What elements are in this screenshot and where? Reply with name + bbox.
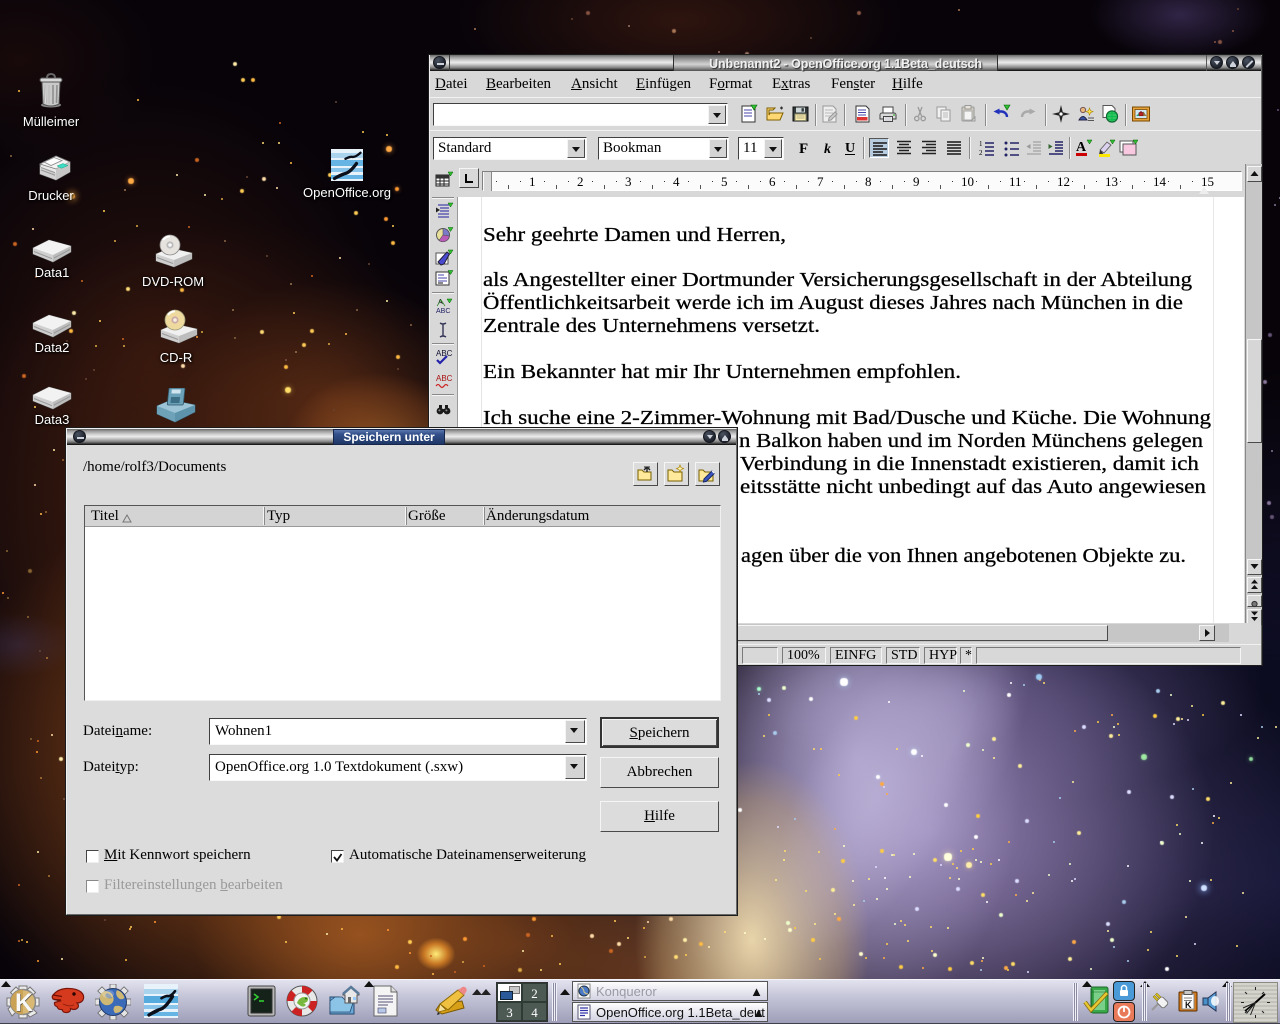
svg-text:F: F <box>799 141 808 157</box>
svg-text:k: k <box>824 142 831 157</box>
svg-text:ABC: ABC <box>436 308 450 315</box>
svg-text:ABC: ABC <box>436 349 453 358</box>
svg-text:K: K <box>15 989 33 1017</box>
svg-text:K: K <box>1185 1000 1192 1010</box>
svg-text:U: U <box>845 141 855 156</box>
svg-text:2: 2 <box>979 149 983 157</box>
svg-text:A: A <box>1076 140 1087 155</box>
svg-text:ABC: ABC <box>436 374 453 383</box>
svg-text:1: 1 <box>979 140 983 148</box>
